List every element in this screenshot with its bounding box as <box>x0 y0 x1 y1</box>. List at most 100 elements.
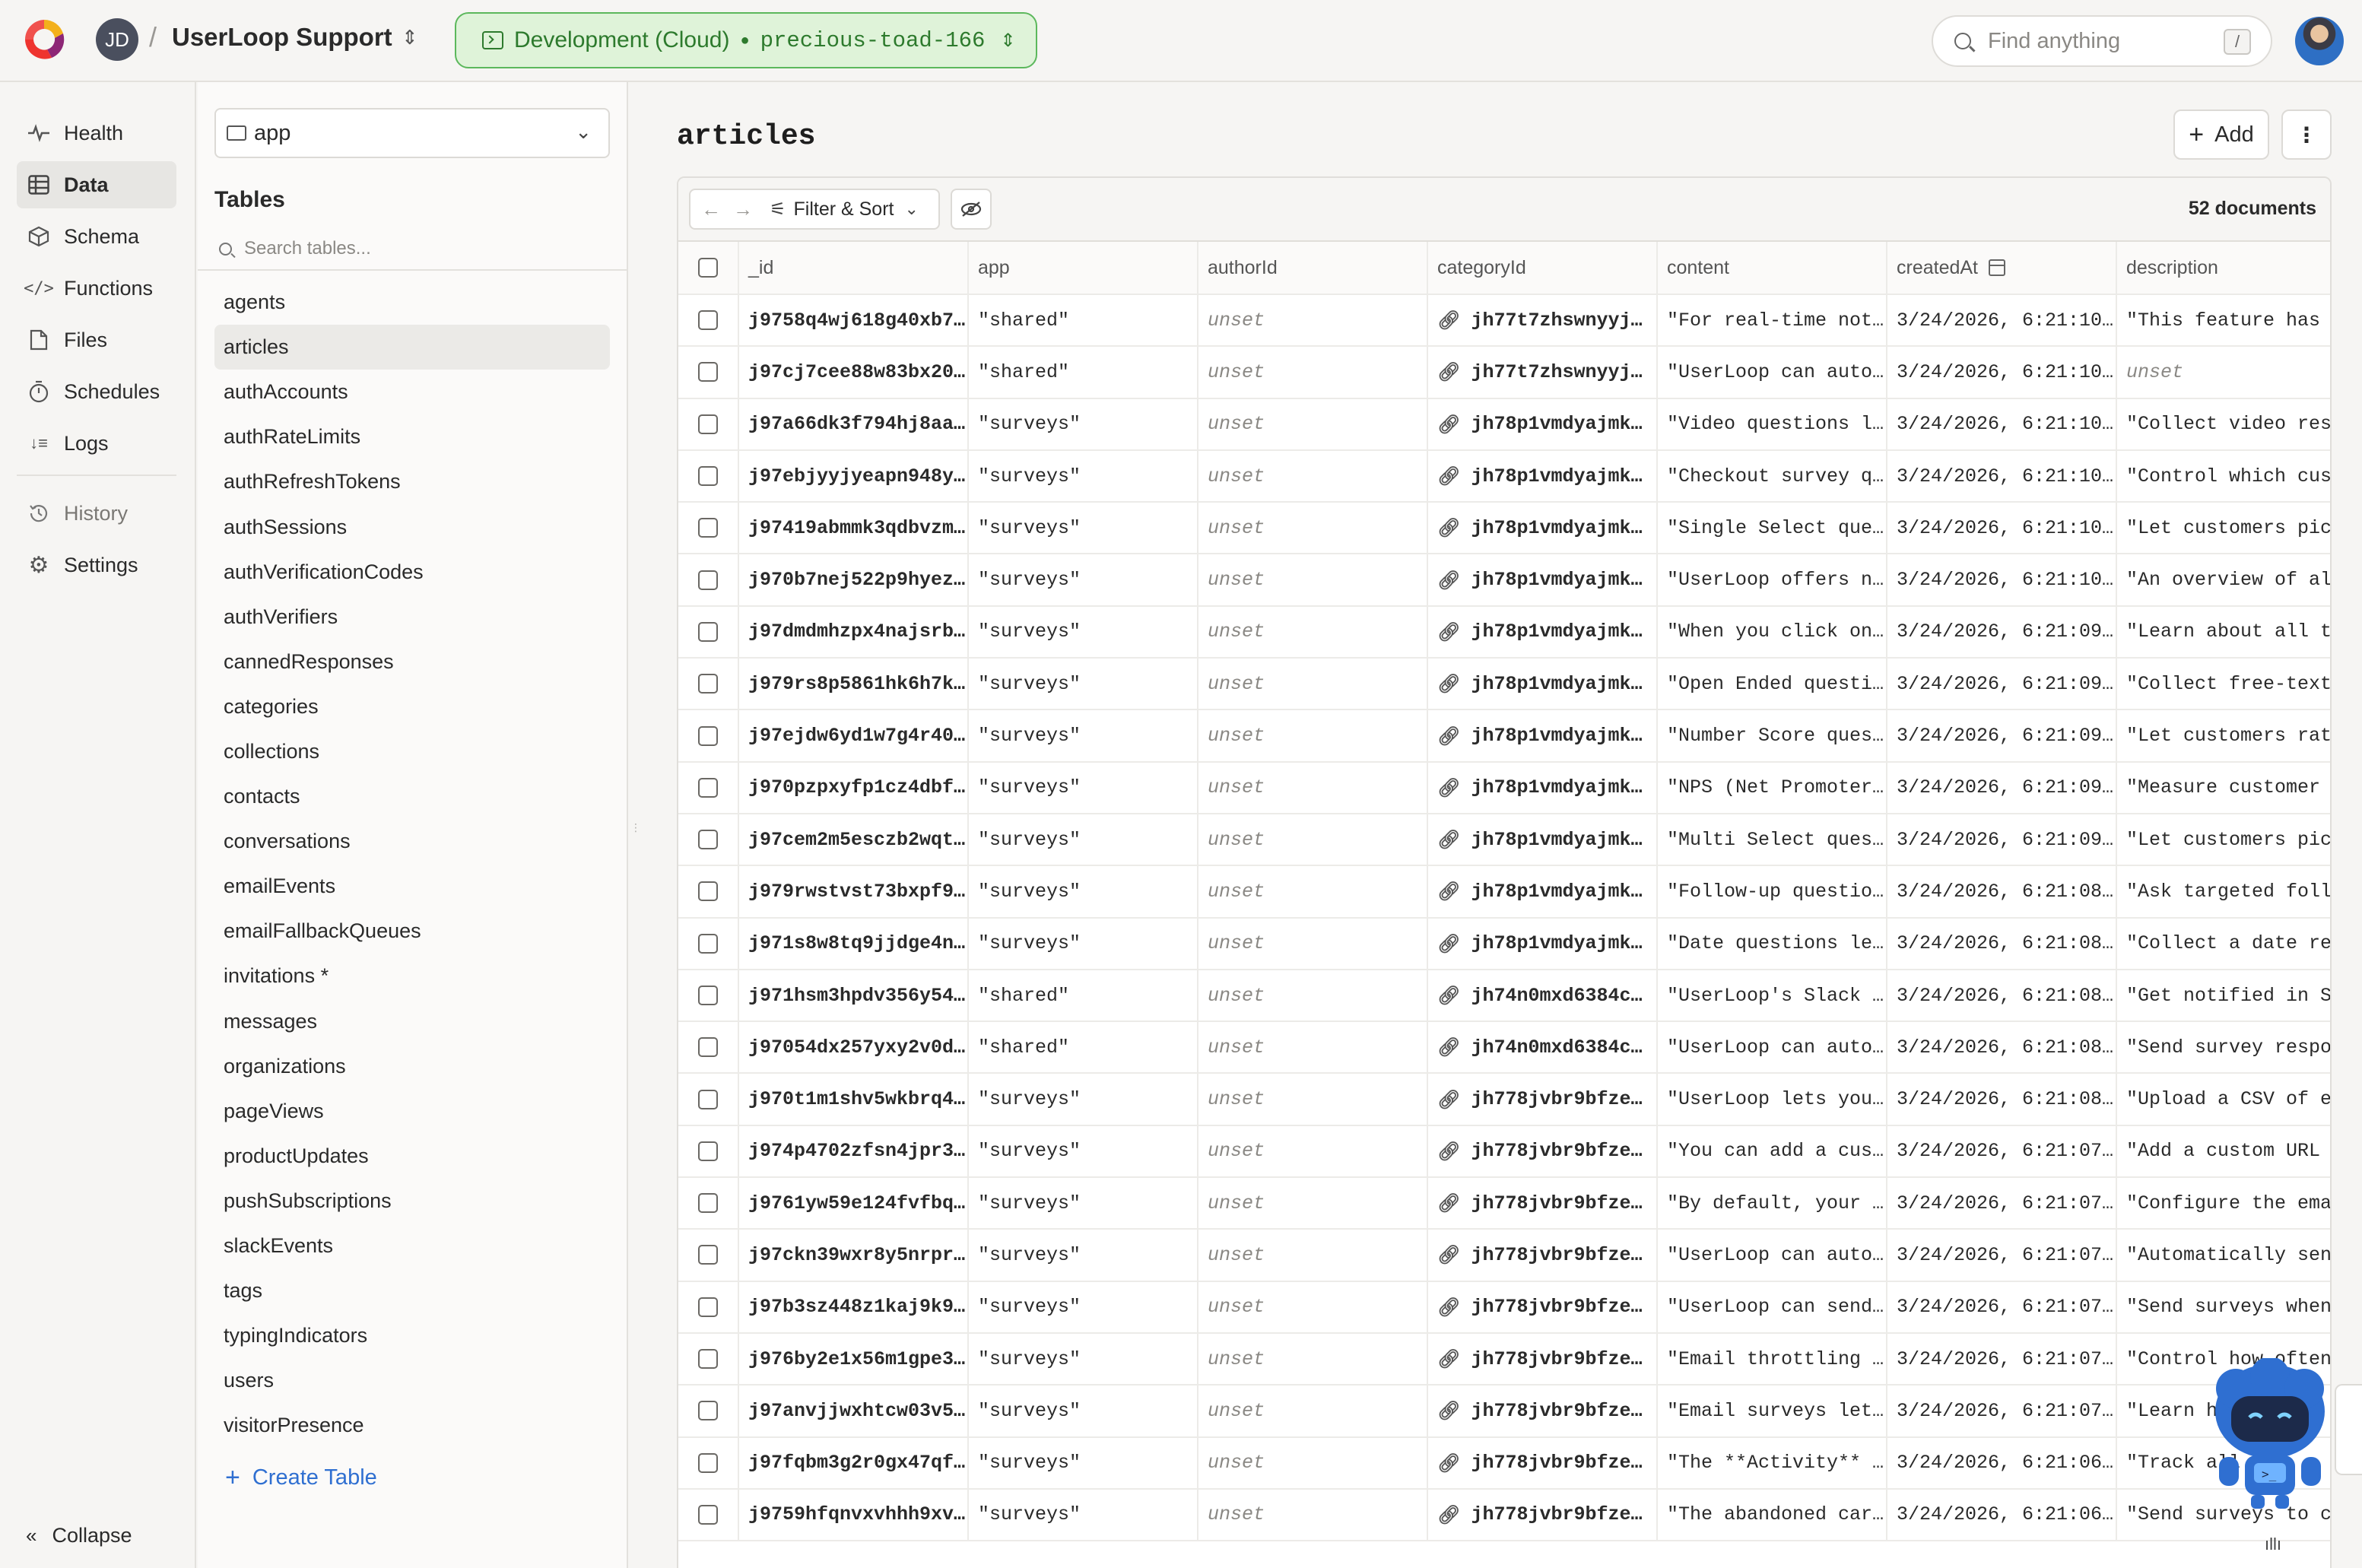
table-row[interactable]: j97419abmmk3qdbvzm… "surveys" unset 🔗︎ jh78p… <box>678 503 2330 555</box>
cell-app[interactable]: "surveys" <box>969 606 1198 658</box>
table-list-item[interactable]: authRefreshTokens <box>214 459 610 504</box>
cell-categoryId[interactable]: 🔗︎ jh78p1vmdyajmk… <box>1428 918 1658 969</box>
column-header[interactable]: content <box>1658 242 1887 294</box>
link-icon[interactable]: 🔗︎ <box>1437 1400 1460 1421</box>
cell-authorId[interactable]: unset <box>1198 1022 1428 1073</box>
cell-createdAt[interactable]: 3/24/2026, 6:21:06… <box>1887 1437 2117 1488</box>
cell-authorId[interactable]: unset <box>1198 762 1428 813</box>
cell-description[interactable]: "Automatically sen <box>2117 1230 2330 1280</box>
cell-app[interactable]: "surveys" <box>969 918 1198 969</box>
cell-content[interactable]: "The abandoned car… <box>1658 1489 1887 1541</box>
link-icon[interactable]: 🔗︎ <box>1437 1297 1460 1318</box>
row-checkbox[interactable] <box>698 881 718 902</box>
cell-authorId[interactable]: unset <box>1198 659 1428 709</box>
table-list-item[interactable]: agents <box>214 280 610 325</box>
table-list-item[interactable]: typingIndicators <box>214 1313 610 1358</box>
add-document-button[interactable]: + Add <box>2173 110 2269 160</box>
table-row[interactable]: j9758q4wj618g40xb7… "shared" unset 🔗︎ jh77t7… <box>678 295 2330 348</box>
table-row[interactable]: j97dmdmhzpx4najsrb… "surveys" unset 🔗︎ jh78p… <box>678 606 2330 659</box>
cell-app[interactable]: "surveys" <box>969 1178 1198 1229</box>
table-list-item[interactable]: tags <box>214 1268 610 1313</box>
ai-assistant-mascot-icon[interactable]: >_ <box>2205 1358 2335 1510</box>
link-icon[interactable]: 🔗︎ <box>1437 725 1460 747</box>
cell-authorId[interactable]: unset <box>1198 1074 1428 1125</box>
select-all-checkbox[interactable] <box>698 258 718 278</box>
cell-content[interactable]: "Checkout survey q… <box>1658 450 1887 502</box>
link-icon[interactable]: 🔗︎ <box>1437 1089 1460 1110</box>
cell-categoryId[interactable]: 🔗︎ jh778jvbr9bfze… <box>1428 1333 1658 1385</box>
link-icon[interactable]: 🔗︎ <box>1437 1192 1460 1214</box>
sidebar-item-settings[interactable]: ⚙ Settings <box>17 541 176 589</box>
link-icon[interactable]: 🔗︎ <box>1437 465 1460 487</box>
table-list-item[interactable]: invitations * <box>214 954 610 998</box>
cell-categoryId[interactable]: 🔗︎ jh78p1vmdyajmk… <box>1428 866 1658 917</box>
table-list-item[interactable]: conversations <box>214 819 610 864</box>
link-icon[interactable]: 🔗︎ <box>1437 361 1460 382</box>
cell-id[interactable]: j9761yw59e124fvfbq… <box>739 1178 969 1229</box>
cell-authorId[interactable]: unset <box>1198 347 1428 398</box>
table-row[interactable]: j974p4702zfsn4jpr3… "surveys" unset 🔗︎ jh778… <box>678 1125 2330 1179</box>
cell-createdAt[interactable]: 3/24/2026, 6:21:07… <box>1887 1178 2117 1229</box>
cell-id[interactable]: j97b3sz448z1kaj9k9… <box>739 1281 969 1332</box>
cell-description[interactable]: "Control which cus <box>2117 451 2330 501</box>
cell-categoryId[interactable]: 🔗︎ jh74n0mxd6384c… <box>1428 1022 1658 1073</box>
cell-app[interactable]: "surveys" <box>969 450 1198 502</box>
row-checkbox[interactable] <box>698 518 718 538</box>
cell-createdAt[interactable]: 3/24/2026, 6:21:10… <box>1887 347 2117 398</box>
cell-authorId[interactable]: unset <box>1198 554 1428 605</box>
cell-content[interactable]: "UserLoop can auto… <box>1658 1230 1887 1281</box>
cell-id[interactable]: j97ckn39wxr8y5nrpr… <box>739 1230 969 1281</box>
cell-createdAt[interactable]: 3/24/2026, 6:21:08… <box>1887 1074 2117 1125</box>
table-list-item[interactable]: authAccounts <box>214 370 610 414</box>
table-row[interactable]: j979rs8p5861hk6h7k… "surveys" unset 🔗︎ jh78p… <box>678 659 2330 711</box>
cell-app[interactable]: "surveys" <box>969 710 1198 761</box>
cell-authorId[interactable]: unset <box>1198 295 1428 346</box>
table-row[interactable]: j97anvjjwxhtcw03v5… "surveys" unset 🔗︎ jh778… <box>678 1385 2330 1438</box>
cell-createdAt[interactable]: 3/24/2026, 6:21:08… <box>1887 918 2117 969</box>
table-list-item[interactable]: collections <box>214 729 610 774</box>
link-icon[interactable]: 🔗︎ <box>1437 621 1460 643</box>
cell-id[interactable]: j97fqbm3g2r0gx47qf… <box>739 1437 969 1488</box>
cell-description[interactable]: "Learn about all t <box>2117 607 2330 657</box>
cell-app[interactable]: "surveys" <box>969 659 1198 709</box>
cell-description[interactable]: "Let customers pic <box>2117 503 2330 553</box>
cell-categoryId[interactable]: 🔗︎ jh77t7zhswnyyj… <box>1428 347 1658 398</box>
cell-app[interactable]: "surveys" <box>969 398 1198 449</box>
row-checkbox[interactable] <box>698 674 718 694</box>
cell-app[interactable]: "surveys" <box>969 1437 1198 1488</box>
search-tables-input[interactable]: Search tables... <box>214 231 610 266</box>
table-row[interactable]: j97b3sz448z1kaj9k9… "surveys" unset 🔗︎ jh778… <box>678 1281 2330 1334</box>
row-checkbox[interactable] <box>698 1401 718 1421</box>
cell-description[interactable]: "Send surveys when <box>2117 1282 2330 1332</box>
cell-id[interactable]: j970b7nej522p9hyez… <box>739 554 969 605</box>
cell-categoryId[interactable]: 🔗︎ jh778jvbr9bfze… <box>1428 1437 1658 1488</box>
column-header[interactable]: description <box>2117 242 2330 294</box>
cell-categoryId[interactable]: 🔗︎ jh778jvbr9bfze… <box>1428 1489 1658 1541</box>
calendar-icon[interactable] <box>1989 259 2006 276</box>
table-list-item[interactable]: users <box>214 1358 610 1403</box>
sidebar-item-files[interactable]: Files <box>17 316 176 363</box>
cell-description[interactable]: "Collect a date re <box>2117 919 2330 969</box>
table-list-item[interactable]: emailFallbackQueues <box>214 909 610 954</box>
table-row[interactable]: j970pzpxyfp1cz4dbf… "surveys" unset 🔗︎ jh78p… <box>678 762 2330 814</box>
cell-authorId[interactable]: unset <box>1198 1385 1428 1436</box>
table-list-item[interactable]: authVerifiers <box>214 595 610 640</box>
voice-waveform-icon[interactable]: ıllı <box>2265 1535 2281 1554</box>
cell-createdAt[interactable]: 3/24/2026, 6:21:10… <box>1887 554 2117 605</box>
cell-createdAt[interactable]: 3/24/2026, 6:21:07… <box>1887 1385 2117 1436</box>
create-table-button[interactable]: + Create Table <box>225 1463 377 1493</box>
cell-app[interactable]: "surveys" <box>969 866 1198 917</box>
cell-createdAt[interactable]: 3/24/2026, 6:21:06… <box>1887 1489 2117 1541</box>
cell-id[interactable]: j97cem2m5esczb2wqt… <box>739 814 969 865</box>
cell-createdAt[interactable]: 3/24/2026, 6:21:10… <box>1887 503 2117 554</box>
cell-categoryId[interactable]: 🔗︎ jh78p1vmdyajmk… <box>1428 450 1658 502</box>
row-checkbox[interactable] <box>698 1349 718 1370</box>
link-icon[interactable]: 🔗︎ <box>1437 414 1460 435</box>
row-checkbox[interactable] <box>698 1504 718 1525</box>
table-row[interactable]: j970b7nej522p9hyez… "surveys" unset 🔗︎ jh78p… <box>678 554 2330 607</box>
panel-resize-handle[interactable]: ⋮ <box>630 821 641 833</box>
table-list-item[interactable]: visitorPresence <box>214 1403 610 1448</box>
row-checkbox[interactable] <box>698 310 718 331</box>
cell-authorId[interactable]: unset <box>1198 1437 1428 1488</box>
cell-createdAt[interactable]: 3/24/2026, 6:21:09… <box>1887 710 2117 761</box>
